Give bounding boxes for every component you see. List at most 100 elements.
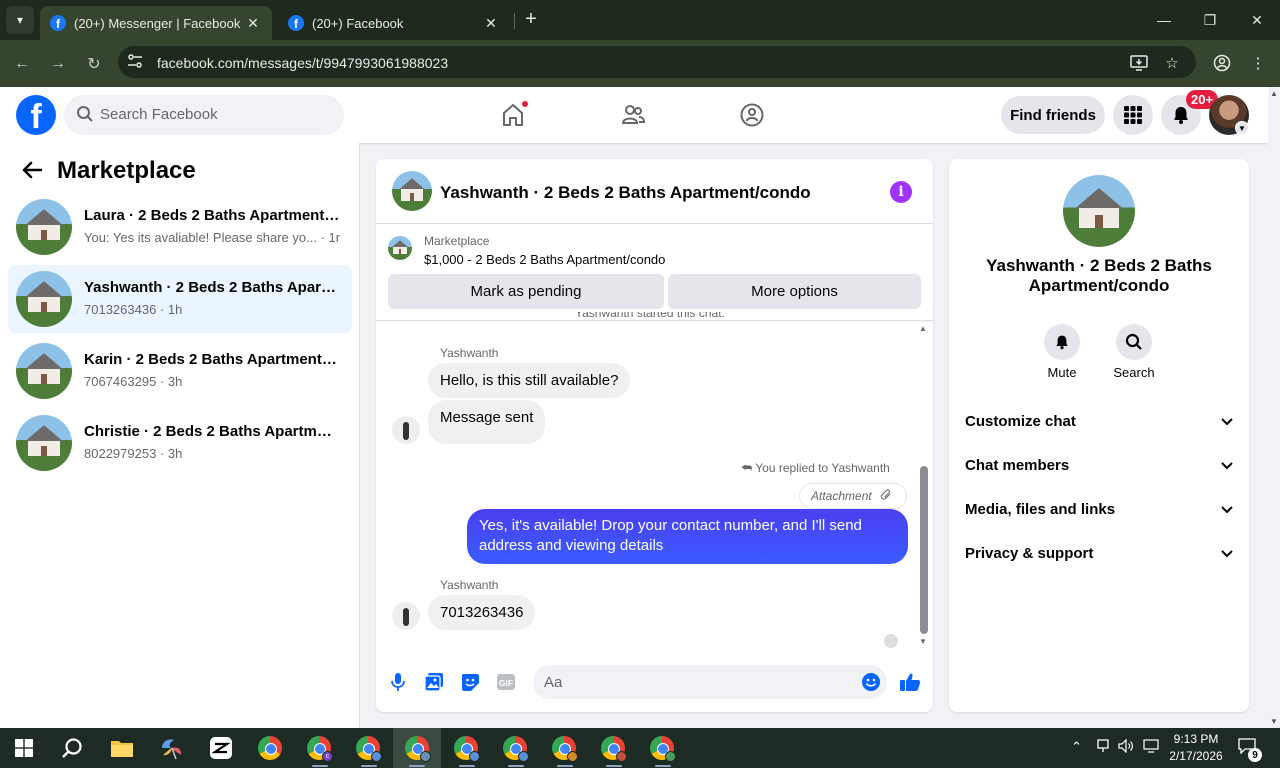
chat-scrollbar[interactable]: ▲ ▼ (917, 322, 931, 648)
microphone-icon[interactable] (387, 671, 409, 693)
close-window-button[interactable]: ✕ (1241, 6, 1273, 34)
incoming-message[interactable]: 7013263436 (428, 595, 536, 630)
list-item[interactable]: Yashwanth · 2 Beds 2 Baths Apartment/con… (8, 265, 352, 333)
facebook-logo-icon[interactable]: f (16, 95, 56, 135)
windows-start-icon[interactable] (10, 734, 38, 762)
paperclip-icon (880, 488, 892, 504)
search-label[interactable]: Search (1104, 365, 1164, 380)
tab-separator (514, 13, 515, 29)
search-placeholder[interactable]: Search Facebook (100, 106, 218, 123)
message-placeholder[interactable]: Aa (544, 674, 562, 691)
marketplace-title: Marketplace (57, 157, 196, 184)
list-item[interactable]: Christie · 2 Beds 2 Baths Apartment/cond… (8, 409, 352, 477)
display-icon[interactable] (1143, 739, 1159, 756)
chevron-down-icon (1221, 545, 1233, 562)
chevron-down-icon[interactable]: ▼ (1235, 121, 1249, 135)
profile-icon[interactable] (1211, 52, 1233, 74)
chrome-profile-icon[interactable] (599, 734, 627, 762)
chat-members-section[interactable]: Chat members (965, 454, 1233, 476)
incoming-message[interactable]: Hello, is this still available? (428, 363, 631, 398)
chrome-icon[interactable] (256, 734, 284, 762)
back-arrow-icon[interactable] (20, 158, 44, 182)
clock-time: 9:13 PM (1173, 732, 1219, 746)
system-clock[interactable]: 9:13 PM 2/17/2026 (1166, 731, 1226, 765)
info-icon[interactable]: i (890, 181, 912, 203)
mute-label[interactable]: Mute (1032, 365, 1092, 380)
close-tab-icon[interactable]: ✕ (482, 15, 500, 32)
menu-grid-button[interactable] (1113, 95, 1153, 135)
tab-search-dropdown-icon[interactable]: ▾ (6, 6, 34, 34)
privacy-support-section[interactable]: Privacy & support (965, 542, 1233, 564)
volume-icon[interactable] (1118, 738, 1134, 756)
groups-icon[interactable] (736, 99, 768, 131)
incoming-message[interactable]: Message sent (428, 400, 546, 444)
back-icon[interactable]: ← (8, 50, 36, 78)
close-tab-icon[interactable]: ✕ (244, 15, 262, 32)
bell-icon (1174, 107, 1188, 124)
chrome-profile-icon[interactable] (452, 734, 480, 762)
clock-date: 2/17/2026 (1169, 749, 1223, 763)
list-item[interactable]: Karin · 2 Beds 2 Baths Apartment/condo 7… (8, 337, 352, 405)
listing-thumbnail[interactable] (388, 236, 412, 260)
browser-tab-messenger[interactable]: f (20+) Messenger | Facebook ✕ (40, 6, 272, 40)
mark-as-pending-button[interactable]: Mark as pending (388, 274, 664, 309)
bookmark-star-icon[interactable]: ☆ (1161, 52, 1183, 74)
browser-menu-icon[interactable]: ⋮ (1247, 52, 1269, 74)
outgoing-message[interactable]: Yes, it's available! Drop your contact n… (467, 509, 908, 564)
message-input[interactable] (533, 665, 887, 699)
sender-avatar[interactable] (392, 416, 420, 444)
listing-price[interactable]: $1,000 - 2 Beds 2 Baths Apartment/condo (424, 252, 665, 267)
scroll-thumb[interactable] (920, 466, 928, 634)
network-icon[interactable] (1096, 739, 1110, 756)
tray-overflow-icon[interactable]: ⌃ (1071, 739, 1082, 755)
home-notification-dot (521, 100, 529, 108)
sticker-icon[interactable] (459, 671, 481, 693)
restore-button[interactable]: ❐ (1194, 6, 1226, 34)
tab-label: (20+) Facebook (312, 15, 404, 31)
file-explorer-icon[interactable] (108, 734, 136, 762)
forward-icon[interactable]: → (44, 50, 72, 78)
page-scrollbar[interactable]: ▲ ▼ (1268, 87, 1280, 728)
running-indicator (361, 765, 377, 767)
friends-icon[interactable] (617, 99, 649, 131)
gif-icon[interactable]: GIF (495, 671, 517, 693)
attachment-label: Attachment (811, 489, 872, 503)
section-label: Chat members (965, 456, 1070, 474)
thumbs-up-icon[interactable] (899, 671, 921, 693)
mute-button[interactable] (1044, 324, 1080, 360)
emoji-icon[interactable] (860, 671, 882, 693)
chrome-profile-icon[interactable] (501, 734, 529, 762)
install-app-icon[interactable] (1128, 52, 1150, 74)
sender-avatar[interactable] (392, 602, 420, 630)
conversation-preview: You: Yes its avaliable! Please share yo.… (84, 230, 340, 245)
chevron-down-icon (1221, 413, 1233, 430)
taskbar-search-icon[interactable] (58, 734, 86, 762)
new-tab-button[interactable]: + (520, 8, 542, 30)
chat-title[interactable]: Yashwanth · 2 Beds 2 Baths Apartment/con… (440, 183, 811, 203)
chrome-profile-icon[interactable] (354, 734, 382, 762)
find-friends-button[interactable]: Find friends (1001, 96, 1105, 134)
listing-thumbnail[interactable] (1063, 175, 1135, 247)
customize-chat-section[interactable]: Customize chat (965, 410, 1233, 432)
chat-header-thumbnail[interactable] (392, 171, 432, 211)
search-in-chat-button[interactable] (1116, 324, 1152, 360)
chrome-profile-icon[interactable] (550, 734, 578, 762)
site-info-icon[interactable] (126, 53, 146, 71)
notification-count-badge: 9 (1248, 748, 1262, 762)
capcut-icon[interactable] (207, 734, 235, 762)
list-item[interactable]: Laura · 2 Beds 2 Baths Apartment/condo Y… (8, 193, 352, 261)
chrome-profile-icon[interactable] (648, 734, 676, 762)
attachment-pill[interactable]: Attachment (799, 483, 907, 509)
pinwheel-app-icon[interactable] (158, 734, 186, 762)
facebook-favicon-icon: f (50, 15, 66, 31)
reload-icon[interactable]: ↻ (80, 50, 108, 78)
url-text[interactable]: facebook.com/messages/t/9947993061988023 (157, 55, 448, 71)
photo-icon[interactable] (423, 671, 445, 693)
search-icon (1125, 333, 1142, 350)
browser-tab-facebook[interactable]: f (20+) Facebook ✕ (278, 6, 510, 40)
more-options-button[interactable]: More options (668, 274, 921, 309)
media-files-links-section[interactable]: Media, files and links (965, 498, 1233, 520)
chrome-profile-icon[interactable]: c (305, 734, 333, 762)
minimize-button[interactable]: — (1148, 6, 1180, 34)
chrome-profile-icon[interactable] (403, 734, 431, 762)
